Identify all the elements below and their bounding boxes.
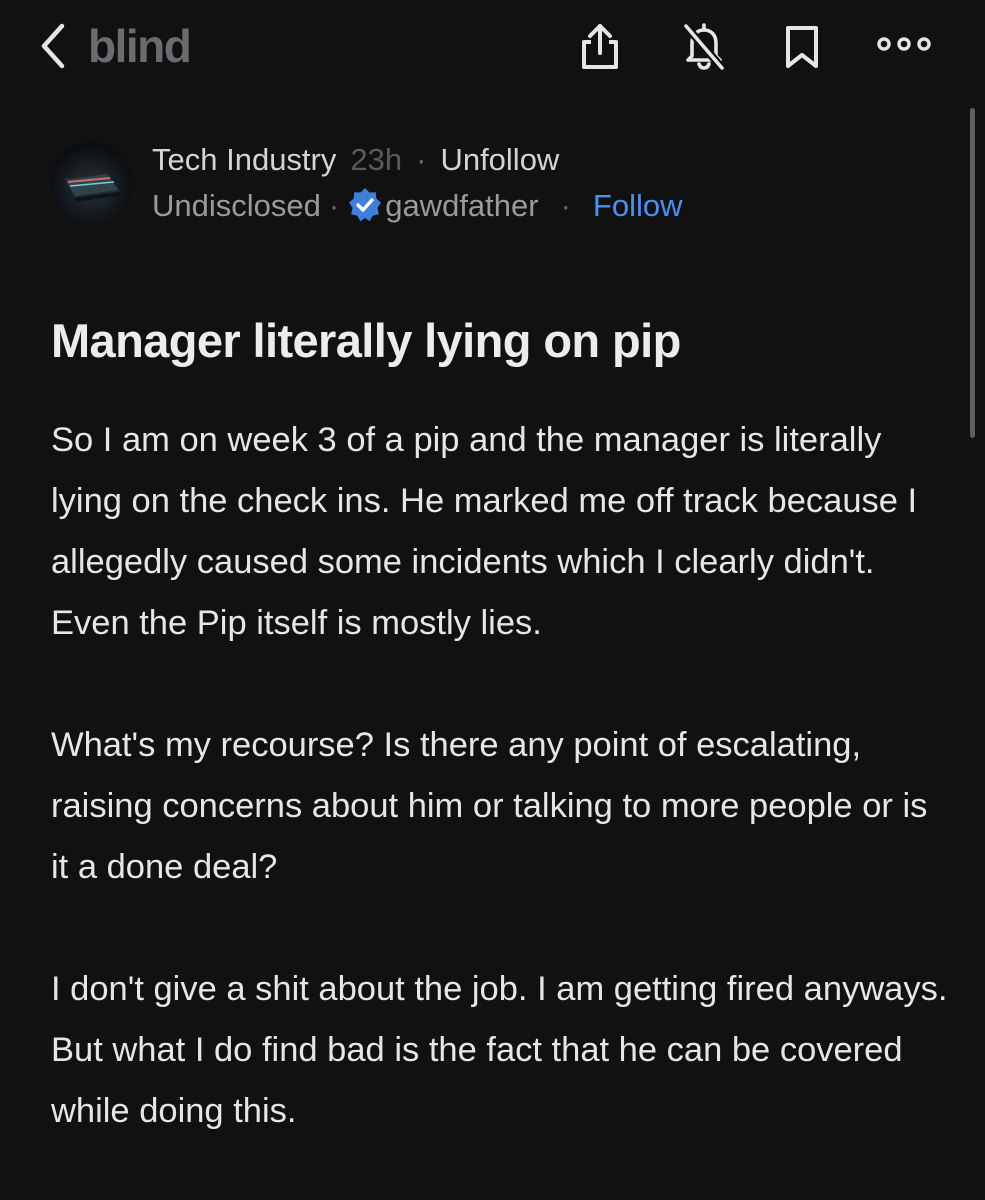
- separator-dot: ·: [560, 188, 571, 223]
- share-icon: [582, 24, 618, 69]
- separator-dot: ·: [416, 142, 427, 177]
- back-button[interactable]: [34, 22, 74, 70]
- share-button[interactable]: [574, 20, 626, 72]
- post-paragraph: So I am on week 3 of a pip and the manag…: [51, 421, 937, 642]
- more-horizontal-icon: [877, 37, 931, 51]
- top-navigation-bar: blind: [0, 0, 985, 92]
- app-logo: blind: [88, 20, 192, 72]
- separator-dot: ·: [328, 188, 340, 223]
- verified-badge-icon: [349, 188, 382, 222]
- follow-author-button[interactable]: Follow: [593, 188, 683, 223]
- laptop-image: [64, 172, 122, 202]
- post-body: So I am on week 3 of a pip and the manag…: [51, 410, 951, 1200]
- author-company[interactable]: Undisclosed: [152, 188, 321, 223]
- channel-name[interactable]: Tech Industry: [152, 142, 336, 177]
- post-paragraph: I don't give a shit about the job. I am …: [51, 970, 967, 1130]
- author-row: Undisclosed · gawdfather · Follow: [152, 186, 683, 226]
- post-title: Manager literally lying on pip: [51, 314, 681, 367]
- scrollbar[interactable]: [970, 108, 975, 438]
- channel-row: Tech Industry 23h · Unfollow: [152, 140, 559, 180]
- post-paragraph: What's my recourse? Is there any point o…: [51, 726, 937, 886]
- post-age: 23h: [350, 142, 403, 177]
- chevron-left-icon: [41, 23, 65, 69]
- mute-notifications-button[interactable]: [678, 20, 730, 72]
- author-username[interactable]: gawdfather: [385, 188, 538, 223]
- more-options-button[interactable]: [874, 20, 931, 72]
- bookmark-button[interactable]: [776, 20, 828, 72]
- channel-avatar[interactable]: [50, 142, 132, 224]
- unfollow-channel-button[interactable]: Unfollow: [440, 142, 559, 177]
- bell-off-icon: [682, 22, 726, 72]
- bookmark-icon: [786, 26, 818, 68]
